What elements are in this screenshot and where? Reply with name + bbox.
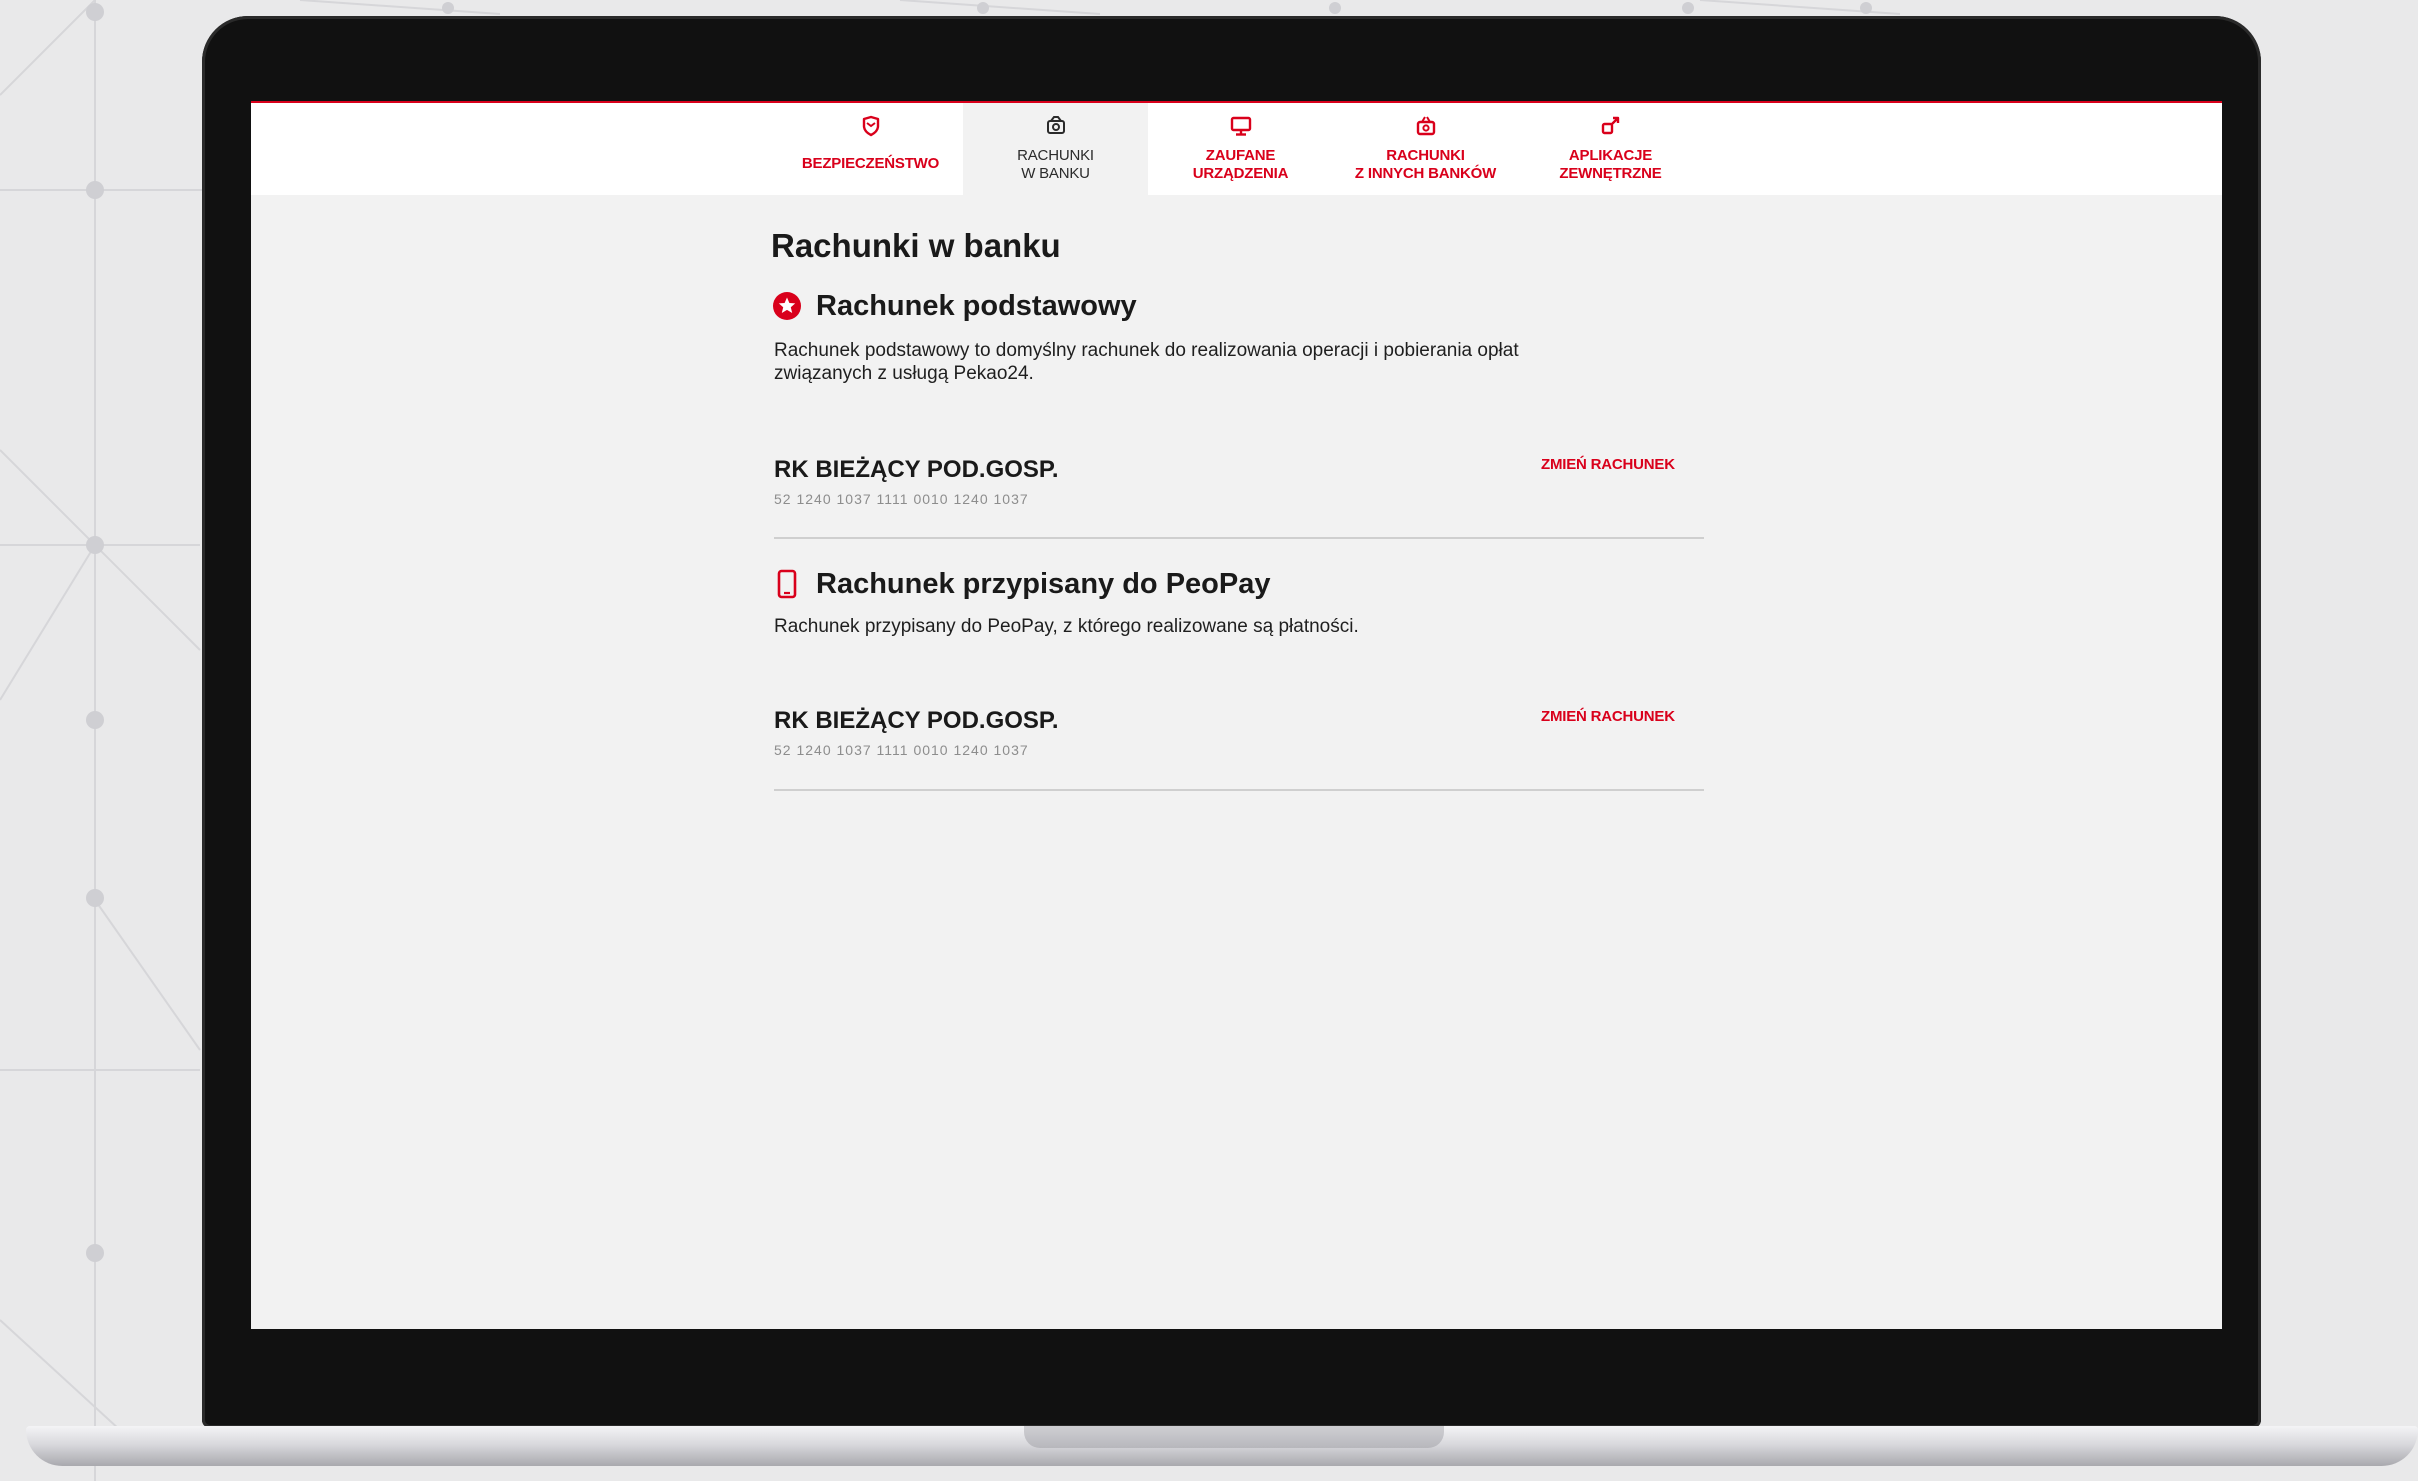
account-name: RK BIEŻĄCY POD.GOSP. <box>774 707 1059 734</box>
description-line1: Rachunek podstawowy to domyślny rachunek… <box>774 340 1519 361</box>
section-title: Rachunek przypisany do PeoPay <box>816 567 1271 600</box>
page-title: Rachunki w banku <box>771 227 1061 264</box>
section-basic-account-header: Rachunek podstawowy <box>772 289 1137 323</box>
tab-label-line1: APLIKACJE <box>1568 147 1653 164</box>
account-number: 52 1240 1037 1111 0010 1240 1037 <box>774 742 1029 758</box>
settings-tab-bar: BEZPIECZEŃSTWO RACHUNKI W BANKU ZAUFANE <box>251 101 2222 197</box>
tab-external-apps-label: APLIKACJE ZEWNĘTRZNE <box>1518 147 1703 183</box>
phone-icon <box>777 569 797 599</box>
star-badge-icon <box>773 292 801 320</box>
tab-label-line1: ZAUFANE <box>1205 147 1276 164</box>
tab-label-line2: URZĄDZENIA <box>1192 165 1289 182</box>
laptop-notch <box>1024 1426 1444 1448</box>
tab-label-line2: W BANKU <box>1021 165 1090 182</box>
tab-security[interactable]: BEZPIECZEŃSTWO <box>778 103 963 197</box>
divider <box>774 789 1704 791</box>
tab-label-line2: ZEWNĘTRZNE <box>1559 165 1662 182</box>
tab-label-line1: RACHUNKI <box>1017 147 1094 164</box>
bank-accounts-icon <box>1046 116 1065 134</box>
external-accounts-icon <box>1416 116 1435 136</box>
section-description: Rachunek podstawowy to domyślny rachunek… <box>774 339 1674 385</box>
section-description: Rachunek przypisany do PeoPay, z którego… <box>774 615 1674 638</box>
laptop-screen: BEZPIECZEŃSTWO RACHUNKI W BANKU ZAUFANE <box>251 101 2222 1329</box>
divider <box>774 537 1704 539</box>
tab-trusted-devices-label: ZAUFANE URZĄDZENIA <box>1148 147 1333 183</box>
tab-label-line1: RACHUNKI <box>1386 147 1465 164</box>
section-peopay-account-header: Rachunek przypisany do PeoPay <box>772 567 1270 601</box>
tab-label-line2: Z INNYCH BANKÓW <box>1354 165 1497 182</box>
tab-external-apps[interactable]: APLIKACJE ZEWNĘTRZNE <box>1518 103 1703 197</box>
external-apps-icon <box>1601 116 1619 135</box>
description-line1: Rachunek przypisany do PeoPay, z którego… <box>774 616 1359 637</box>
tab-other-bank-accounts[interactable]: RACHUNKI Z INNYCH BANKÓW <box>1333 103 1518 197</box>
account-name: RK BIEŻĄCY POD.GOSP. <box>774 456 1059 483</box>
change-account-button[interactable]: ZMIEŃ RACHUNEK <box>1541 456 1675 473</box>
tab-bank-accounts-label: RACHUNKI W BANKU <box>963 147 1148 183</box>
tab-security-label: BEZPIECZEŃSTWO <box>778 155 963 173</box>
monitor-icon <box>1230 116 1251 136</box>
shield-icon <box>862 115 879 137</box>
tab-trusted-devices[interactable]: ZAUFANE URZĄDZENIA <box>1148 103 1333 197</box>
tab-bank-accounts[interactable]: RACHUNKI W BANKU <box>963 103 1148 197</box>
section-title: Rachunek podstawowy <box>816 289 1137 322</box>
tab-label-line1: BEZPIECZEŃSTWO <box>801 155 940 172</box>
description-line2: związanych z usługą Pekao24. <box>774 363 1034 384</box>
tab-other-bank-accounts-label: RACHUNKI Z INNYCH BANKÓW <box>1333 147 1518 183</box>
account-number: 52 1240 1037 1111 0010 1240 1037 <box>774 491 1029 507</box>
change-account-button[interactable]: ZMIEŃ RACHUNEK <box>1541 708 1675 725</box>
